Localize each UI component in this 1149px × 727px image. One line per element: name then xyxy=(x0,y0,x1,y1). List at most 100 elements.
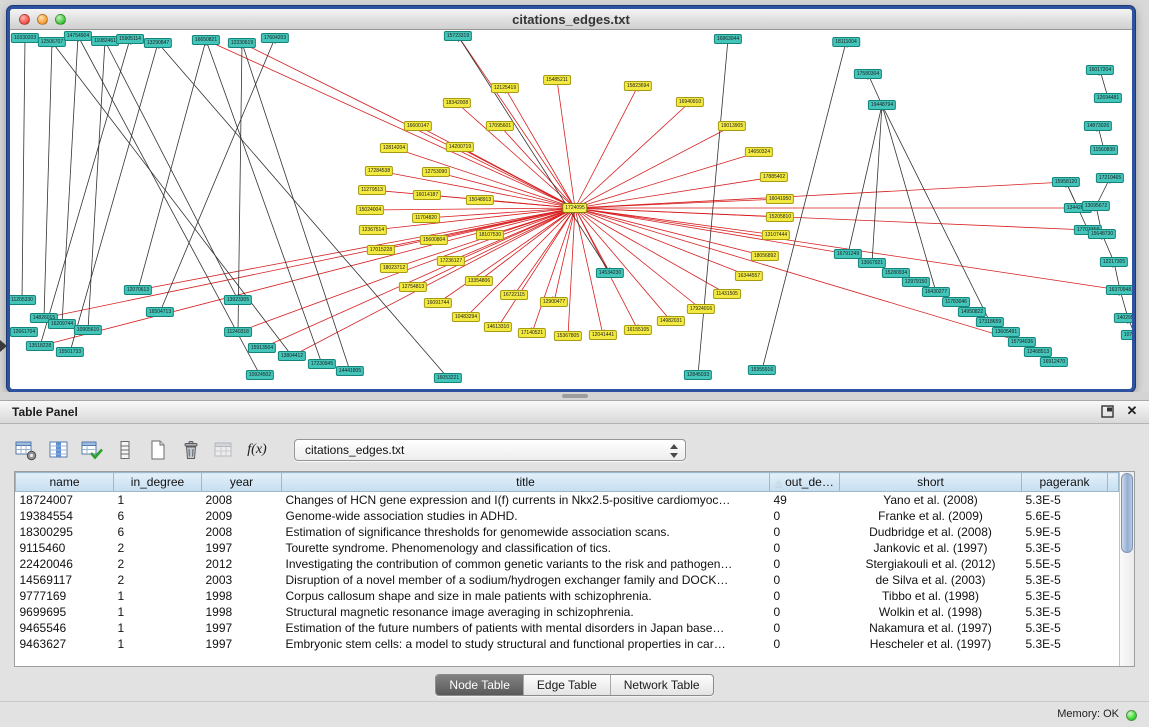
graph-node[interactable]: 13923305 xyxy=(224,295,252,305)
table-row[interactable]: 1938455462009Genome-wide association stu… xyxy=(16,508,1119,524)
graph-node[interactable]: 16344557 xyxy=(735,271,763,281)
column-header-in_degree[interactable]: in_degree xyxy=(114,473,202,492)
graph-node[interactable]: 14534230 xyxy=(596,268,624,278)
graph-node[interactable]: 12506707 xyxy=(38,37,66,47)
graph-node[interactable]: 13107444 xyxy=(762,230,790,240)
column-header-title[interactable]: title xyxy=(282,473,770,492)
graph-node[interactable]: 15913504 xyxy=(248,343,276,353)
graph-node[interactable]: 12070613 xyxy=(124,285,152,295)
table-row[interactable]: 1456911722003Disruption of a novel membe… xyxy=(16,572,1119,588)
column-header-pagerank[interactable]: pagerank xyxy=(1022,473,1108,492)
graph-node[interactable]: 16209744 xyxy=(48,319,76,329)
graph-node[interactable]: 14029561 xyxy=(1114,313,1132,323)
close-window-button[interactable] xyxy=(19,14,30,25)
row-format-button[interactable] xyxy=(113,438,137,462)
graph-node[interactable]: 14754904 xyxy=(64,31,92,41)
delete-table-button[interactable] xyxy=(179,438,203,462)
table-disabled-button[interactable] xyxy=(212,438,236,462)
graph-node[interactable]: 12367514 xyxy=(359,225,387,235)
graph-node[interactable]: 15355916 xyxy=(748,365,776,375)
graph-node[interactable]: 11279513 xyxy=(358,185,386,195)
graph-node[interactable]: 17318659 xyxy=(976,317,1004,327)
graph-node[interactable]: 11704820 xyxy=(412,213,440,223)
graph-node[interactable]: 13095672 xyxy=(1082,201,1110,211)
graph-node[interactable]: 10330203 xyxy=(11,33,39,43)
graph-node[interactable]: 19448794 xyxy=(868,100,896,110)
graph-node[interactable]: 15723319 xyxy=(444,31,472,41)
column-header-name[interactable]: name xyxy=(16,473,114,492)
graph-node[interactable]: 14200719 xyxy=(446,142,474,152)
graph-node[interactable]: 16940910 xyxy=(676,97,704,107)
graph-node[interactable]: 17210465 xyxy=(1096,173,1124,183)
tab-edge-table[interactable]: Edge Table xyxy=(523,675,610,695)
table-row[interactable]: 1872400712008Changes of HCN gene express… xyxy=(16,492,1119,509)
table-row[interactable]: 946362711997Embryonic stem cells: a mode… xyxy=(16,636,1119,652)
minimize-window-button[interactable] xyxy=(37,14,48,25)
graph-node[interactable]: 16600147 xyxy=(404,121,432,131)
graph-node[interactable]: 16430277 xyxy=(922,287,950,297)
graph-node[interactable]: 15485211 xyxy=(543,75,571,85)
graph-node[interactable]: 17015228 xyxy=(367,245,395,255)
graph-node[interactable]: 16041950 xyxy=(766,194,794,204)
graph-node[interactable]: 13804412 xyxy=(278,351,306,361)
graph-node[interactable]: 17885402 xyxy=(760,172,788,182)
graph-node[interactable]: 18342008 xyxy=(443,98,471,108)
graph-node[interactable]: 17580304 xyxy=(854,69,882,79)
graph-node[interactable]: 13667921 xyxy=(858,258,886,268)
graph-node[interactable]: 12814204 xyxy=(380,143,408,153)
graph-node[interactable]: 17140521 xyxy=(518,328,546,338)
graph-node[interactable]: 12979150 xyxy=(902,277,930,287)
graph-node[interactable]: 15794036 xyxy=(1008,337,1036,347)
graph-node[interactable]: 15501733 xyxy=(56,347,84,357)
graph-node[interactable]: 18111004 xyxy=(832,37,860,47)
graph-node[interactable]: 16912470 xyxy=(1040,357,1068,367)
graph-node[interactable]: 14982031 xyxy=(657,316,685,326)
vertical-scrollbar[interactable] xyxy=(1119,472,1134,666)
table-row[interactable]: 946554611997Estimation of the future num… xyxy=(16,620,1119,636)
graph-node[interactable]: 11783046 xyxy=(942,297,970,307)
graph-node[interactable]: 10924502 xyxy=(246,370,274,380)
table-row[interactable]: 977716911998Corpus callosum shape and si… xyxy=(16,588,1119,604)
window-titlebar[interactable]: citations_edges.txt xyxy=(10,9,1132,30)
graph-node[interactable]: 12125419 xyxy=(491,83,519,93)
network-canvas[interactable]: 1724095 15485211 12125419 18342008 16600147 1… xyxy=(10,30,1132,389)
graph-node[interactable]: 14613310 xyxy=(484,322,512,332)
graph-node[interactable]: 16155105 xyxy=(624,325,652,335)
graph-node[interactable]: 17924016 xyxy=(687,304,715,314)
tab-network-table[interactable]: Network Table xyxy=(610,675,713,695)
scrollbar-thumb[interactable] xyxy=(1121,473,1133,553)
graph-node[interactable]: 16863044 xyxy=(714,34,742,44)
graph-node[interactable]: 15823694 xyxy=(624,81,652,91)
graph-node[interactable]: 19013905 xyxy=(718,121,746,131)
graph-node[interactable]: 16091744 xyxy=(424,298,452,308)
graph-node[interactable]: 11431505 xyxy=(713,289,741,299)
side-panel-grip-icon[interactable] xyxy=(0,340,7,352)
column-display-button[interactable] xyxy=(47,438,71,462)
graph-node[interactable]: 15367805 xyxy=(554,331,582,341)
graph-node[interactable]: 14441805 xyxy=(336,366,364,376)
column-header-out_de[interactable]: △out_de… xyxy=(770,473,840,492)
graph-node[interactable]: 15048913 xyxy=(466,195,494,205)
column-header-short[interactable]: short xyxy=(840,473,1022,492)
graph-node[interactable]: 18056892 xyxy=(751,251,779,261)
graph-node[interactable]: 12661704 xyxy=(10,327,38,337)
graph-node[interactable]: 12694481 xyxy=(1094,93,1122,103)
function-builder-button[interactable]: f(x) xyxy=(245,438,269,462)
graph-node[interactable]: 16053221 xyxy=(434,373,462,383)
graph-node[interactable]: 11205330 xyxy=(10,295,36,305)
graph-node[interactable]: 16017204 xyxy=(1086,65,1114,75)
graph-node[interactable]: 12754813 xyxy=(399,282,427,292)
graph-node[interactable]: 13605491 xyxy=(992,327,1020,337)
graph-node[interactable]: 14873026 xyxy=(1084,121,1112,131)
zoom-window-button[interactable] xyxy=(55,14,66,25)
column-header-filler[interactable] xyxy=(1108,473,1119,492)
graph-node[interactable]: 10736218 xyxy=(1121,330,1132,340)
graph-node[interactable]: 15024004 xyxy=(356,205,384,215)
graph-node[interactable]: 12217305 xyxy=(1100,257,1128,267)
graph-node[interactable]: 17236127 xyxy=(437,256,465,266)
graph-node[interactable]: 17095601 xyxy=(486,121,514,131)
graph-node[interactable]: 16504713 xyxy=(146,307,174,317)
tab-node-table[interactable]: Node Table xyxy=(436,675,523,695)
graph-node[interactable]: 1724095 xyxy=(562,203,587,213)
graph-node[interactable]: 15648730 xyxy=(1088,229,1116,239)
